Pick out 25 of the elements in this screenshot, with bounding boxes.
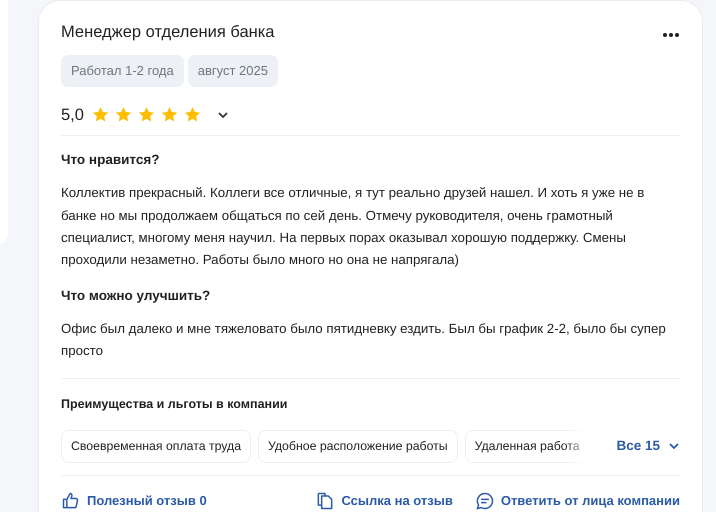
section-heading: Что можно улучшить? [61,288,212,304]
action-link[interactable]: Полезный отзыв 0 [61,490,207,511]
show-all-button[interactable]: Все 15 [616,436,680,456]
star-icon [114,106,132,124]
star-icon [138,106,155,124]
section-heading: Что нравится? [61,152,160,168]
rating-value: 5,0 [61,104,84,126]
section-text: Коллектив прекрасный. Коллеги все отличные, я тут реально друзей нашел. И хоть я уже не в банке но мы продолжаем общаться по сей день. Отмечу руководителя, очень грамотный специалист, многому меня научил. На первых порах оказывал хорошую поддержку. Смены проходили незаметно. Работы было много но она не напрягала) [61,184,646,270]
action-link[interactable]: Ссылка на отзыв [315,490,453,511]
review-title: Менеджер отделения банка [61,23,274,43]
action-link[interactable]: Ответить от лица компании [474,490,680,511]
chevron-down-icon[interactable] [216,110,229,119]
thumbs-up-icon [61,490,81,511]
copy-icon [315,490,336,511]
star-icon [160,106,178,124]
star-icon [92,106,109,124]
chevron-down-icon [668,442,680,450]
chat-icon [474,490,495,511]
tag: август 2025 [188,55,278,86]
star-icon [184,106,201,124]
benefit-tag: Удобное расположение работы [258,430,458,463]
benefit-tag: Своевременная оплата труда [61,430,252,463]
tag: Работал 1-2 года [61,55,184,86]
section-text: Офис был далеко и мне тяжеловато было пятидневку ездить. Был бы график 2-2, было бы супер просто [61,320,667,360]
benefits-heading: Преимущества и льготы в компании [61,396,288,414]
